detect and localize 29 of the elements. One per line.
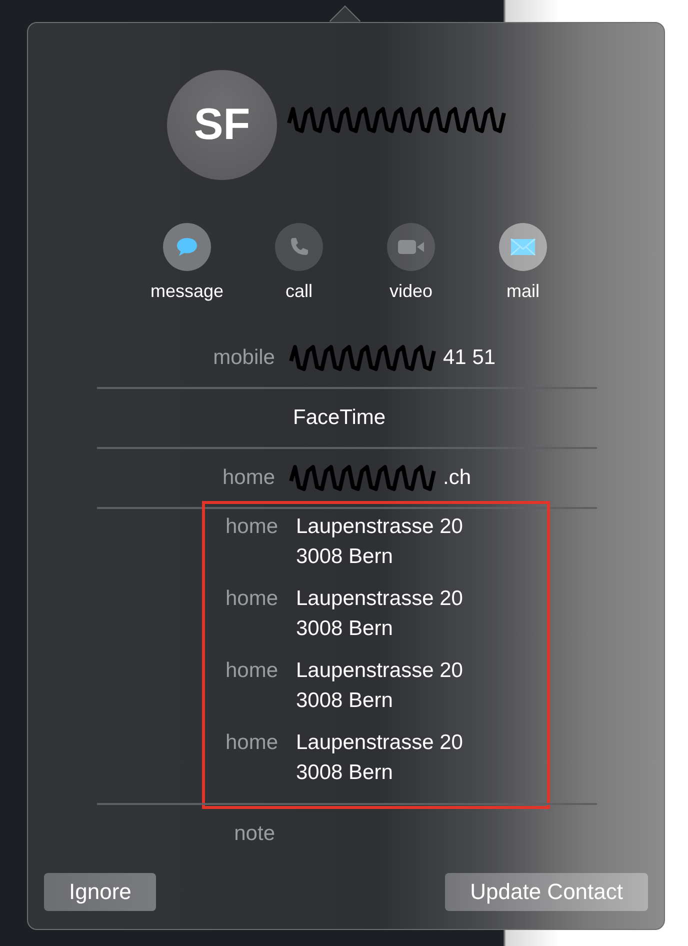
address-line: 3008 Bern — [296, 616, 394, 642]
address-line: Laupenstrasse 20 — [296, 514, 464, 540]
address-line: Laupenstrasse 20 — [296, 730, 464, 756]
video-camera-icon — [397, 238, 425, 256]
ignore-button[interactable]: Ignore — [44, 873, 156, 911]
speech-bubble-icon — [175, 236, 199, 258]
field-label: note — [233, 821, 275, 847]
avatar: SF — [167, 70, 277, 180]
mail-action-button[interactable]: mail — [467, 223, 579, 305]
video-action-button[interactable]: video — [355, 223, 467, 305]
address-line: Laupenstrasse 20 — [296, 658, 464, 684]
field-label: home — [221, 465, 275, 491]
field-value[interactable]: FaceTime — [293, 403, 386, 433]
field-value[interactable]: 41 51 — [443, 343, 496, 373]
address-line: Laupenstrasse 20 — [296, 586, 464, 612]
call-action-button[interactable]: call — [243, 223, 355, 305]
address-line: 3008 Bern — [296, 544, 394, 570]
address-line: 3008 Bern — [296, 688, 394, 714]
update-button[interactable]: Update Contact — [445, 873, 648, 911]
field-value[interactable]: .ch — [443, 463, 472, 493]
envelope-icon — [510, 238, 536, 256]
field-label: home — [224, 730, 278, 756]
field-label: home — [224, 514, 278, 540]
field-label: home — [224, 586, 278, 612]
phone-icon — [288, 236, 310, 258]
message-action-button[interactable]: message — [131, 223, 243, 305]
field-label: mobile — [212, 345, 275, 371]
address-line: 3008 Bern — [296, 760, 394, 786]
field-label: home — [224, 658, 278, 684]
